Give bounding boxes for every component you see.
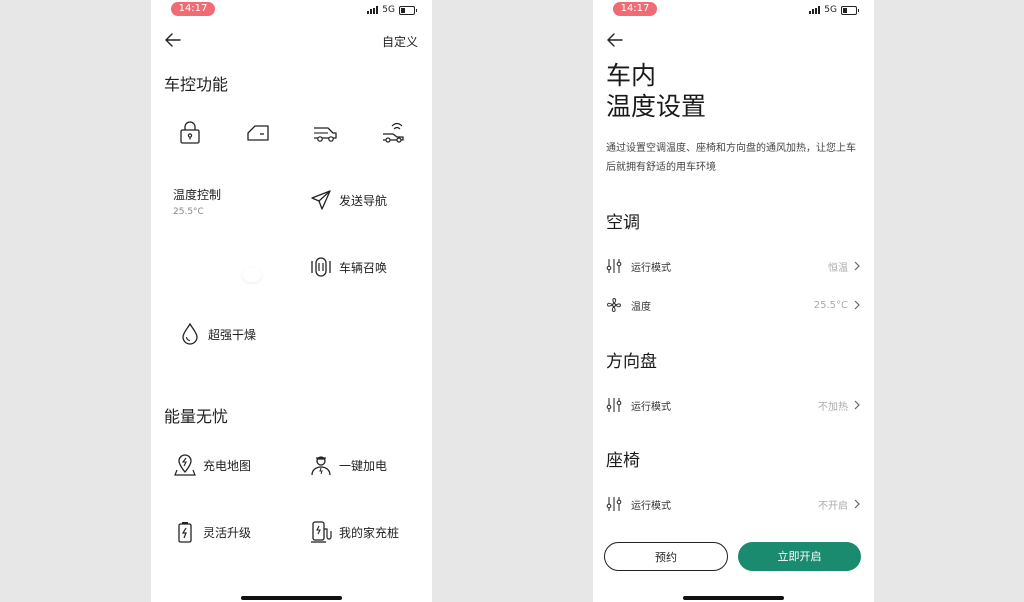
send-navigation-button[interactable]: 发送导航 (309, 188, 387, 212)
status-time: 14:17 (613, 2, 657, 16)
loading-indicator (243, 268, 261, 282)
flexible-upgrade-button[interactable]: 灵活升级 (173, 520, 251, 544)
customize-button[interactable]: 自定义 (382, 33, 418, 50)
back-arrow-icon[interactable] (606, 31, 624, 49)
service-person-icon (311, 456, 331, 476)
steering-section-title: 方向盘 (606, 352, 657, 372)
temperature-control-title[interactable]: 温度控制 (173, 186, 221, 203)
seat-mode-value: 不开启 (818, 500, 848, 512)
steering-mode-row[interactable]: 运行模式 不加热 (606, 395, 861, 415)
charging-map-label: 充电地图 (203, 458, 252, 473)
schedule-button[interactable]: 预约 (604, 542, 728, 571)
status-time: 14:17 (171, 2, 215, 16)
car-control-screen: 14:17 5G 自定义 车控功能 温度控制 25.5°C 发送导航 车辆召唤 … (151, 0, 432, 602)
paper-plane-icon (311, 190, 331, 210)
ac-temperature-row[interactable]: 温度 25.5°C (606, 295, 861, 315)
section-title-energy: 能量无忧 (164, 407, 229, 426)
send-navigation-label: 发送导航 (339, 193, 388, 208)
one-key-charge-button[interactable]: 一键加电 (309, 453, 387, 477)
home-charger-label: 我的家充桩 (339, 525, 400, 540)
network-label: 5G (824, 5, 837, 15)
super-dry-button[interactable]: 超强干燥 (178, 322, 256, 346)
one-key-charge-label: 一键加电 (339, 458, 388, 473)
signal-icon (809, 6, 821, 14)
battery-bolt-icon (178, 522, 192, 543)
battery-icon (841, 5, 859, 15)
start-now-button[interactable]: 立即开启 (738, 542, 861, 571)
seat-section-title: 座椅 (606, 451, 640, 471)
home-indicator[interactable] (683, 596, 784, 600)
lock-icon[interactable] (177, 120, 203, 146)
signal-icon (367, 6, 379, 14)
car-horn-icon[interactable] (380, 120, 406, 146)
car-door-icon[interactable] (245, 120, 271, 146)
section-title-car-control: 车控功能 (164, 75, 229, 94)
ac-section-title: 空调 (606, 213, 640, 233)
charging-pile-icon (311, 521, 332, 543)
fan-icon (606, 297, 622, 313)
steering-mode-value: 不加热 (818, 401, 848, 413)
seat-mode-label: 运行模式 (631, 500, 671, 512)
seat-mode-row[interactable]: 运行模式 不开启 (606, 494, 861, 514)
car-trunk-icon[interactable] (312, 120, 338, 146)
ac-mode-row[interactable]: 运行模式 恒温 (606, 256, 861, 276)
ac-mode-label: 运行模式 (631, 262, 671, 274)
chevron-right-icon (854, 261, 860, 271)
network-label: 5G (382, 5, 395, 15)
car-summon-icon (311, 257, 331, 277)
page-title-line1: 车内 (606, 61, 657, 90)
page-title-line2: 温度设置 (606, 92, 707, 121)
flexible-upgrade-label: 灵活升级 (203, 525, 252, 540)
map-pin-bolt-icon (174, 454, 196, 476)
chevron-right-icon (854, 400, 860, 410)
temperature-value: 25.5°C (173, 207, 204, 217)
page-title: 车内 温度设置 (606, 60, 706, 122)
vehicle-summon-label: 车辆召唤 (339, 260, 388, 275)
battery-icon (399, 5, 417, 15)
chevron-right-icon (854, 499, 860, 509)
ac-temperature-value: 25.5°C (813, 299, 848, 311)
steering-mode-label: 运行模式 (631, 401, 671, 413)
status-indicators: 5G (809, 5, 859, 15)
sliders-icon (606, 398, 622, 412)
ac-temperature-label: 温度 (631, 301, 651, 313)
temperature-settings-screen: 14:17 5G 车内 温度设置 通过设置空调温度、座椅和方向盘的通风加热，让您… (593, 0, 874, 602)
home-indicator[interactable] (241, 596, 342, 600)
super-dry-label: 超强干燥 (208, 327, 257, 342)
sliders-icon (606, 497, 622, 511)
vehicle-summon-button[interactable]: 车辆召唤 (309, 255, 387, 279)
water-drop-icon (182, 322, 198, 345)
page-description: 通过设置空调温度、座椅和方向盘的通风加热，让您上车后就拥有舒适的用车环境 (606, 143, 856, 173)
ac-mode-value: 恒温 (828, 262, 848, 274)
back-arrow-icon[interactable] (164, 31, 182, 49)
home-charger-button[interactable]: 我的家充桩 (309, 520, 399, 544)
sliders-icon (606, 259, 622, 273)
chevron-right-icon (854, 300, 860, 310)
status-indicators: 5G (367, 5, 417, 15)
charging-map-button[interactable]: 充电地图 (173, 453, 251, 477)
